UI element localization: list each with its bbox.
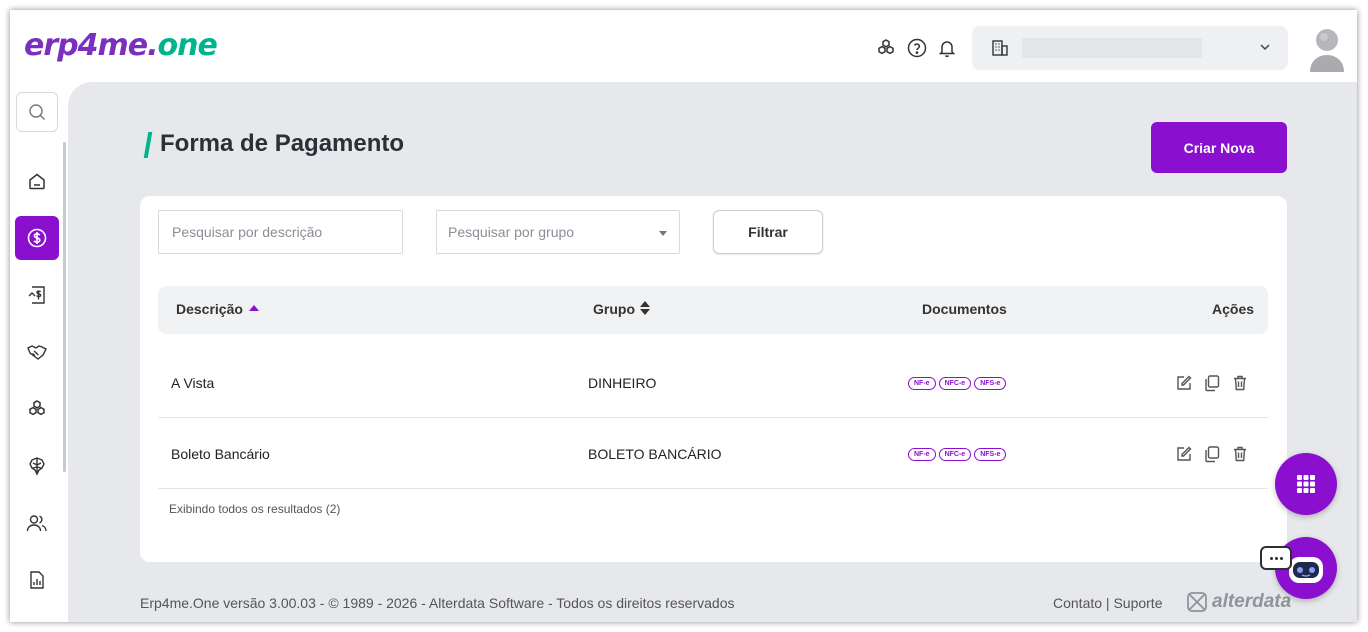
sort-icon	[640, 301, 650, 315]
apps-grid-button[interactable]	[1275, 453, 1337, 515]
results-count: Exibindo todos os resultados (2)	[169, 502, 341, 516]
chat-bubble-icon	[1260, 546, 1292, 570]
copy-icon[interactable]	[1202, 373, 1221, 392]
table-header: Descrição Grupo Documentos Ações	[158, 286, 1268, 334]
footer-links[interactable]: Contato | Suporte	[1053, 595, 1162, 611]
sidebar-item-products[interactable]	[15, 387, 59, 431]
nfe-badge: NF-e	[908, 448, 936, 461]
sidebar-item-home[interactable]	[15, 159, 59, 203]
title-accent-bar	[143, 132, 153, 158]
table-row: A Vista DINHEIRO NF-e NFC-e NFS-e	[158, 348, 1268, 418]
sidebar-item-integrations[interactable]	[15, 444, 59, 488]
sidebar-item-invoices[interactable]	[15, 273, 59, 317]
cell-descricao: A Vista	[171, 375, 215, 391]
description-search-input[interactable]	[158, 210, 403, 254]
app-window: erp4me.one Forma de Pagamento Criar Nova…	[10, 10, 1357, 622]
column-label: Grupo	[593, 301, 635, 317]
brain-icon	[29, 457, 45, 476]
row-actions	[1174, 444, 1249, 463]
invoice-icon	[28, 286, 45, 304]
boxes-icon	[29, 400, 45, 416]
row-actions	[1174, 373, 1249, 392]
main-content: Forma de Pagamento Criar Nova Pesquisar …	[68, 82, 1357, 622]
copy-icon[interactable]	[1202, 444, 1221, 463]
column-header-grupo[interactable]: Grupo	[593, 301, 650, 317]
column-label: Descrição	[176, 301, 243, 317]
nfse-badge: NFS-e	[974, 448, 1007, 461]
trash-icon[interactable]	[1230, 373, 1249, 392]
column-header-descricao[interactable]: Descrição	[176, 301, 259, 317]
nfce-badge: NFC-e	[938, 448, 972, 461]
document-badges: NF-e NFC-e NFS-e	[908, 377, 1007, 390]
footer-copyright: Erp4me.One versão 3.00.03 - © 1989 - 202…	[140, 595, 735, 611]
document-badges: NF-e NFC-e NFS-e	[908, 448, 1007, 461]
home-icon	[29, 173, 45, 190]
group-select-placeholder: Pesquisar por grupo	[448, 224, 575, 240]
users-icon	[26, 515, 47, 532]
dollar-circle-icon	[27, 228, 47, 248]
sort-asc-icon	[248, 305, 259, 311]
nfse-badge: NFS-e	[974, 377, 1007, 390]
nfe-badge: NF-e	[908, 377, 936, 390]
app-logo[interactable]: erp4me.one	[24, 28, 218, 63]
handshake-icon	[27, 345, 47, 360]
sidebar-scrollbar[interactable]	[63, 142, 66, 472]
building-icon	[990, 38, 1010, 63]
company-name-redacted	[1022, 38, 1202, 58]
column-header-acoes: Ações	[1212, 301, 1255, 317]
create-new-button[interactable]: Criar Nova	[1151, 122, 1287, 173]
logo-accent-text: one	[157, 28, 218, 63]
search-icon	[29, 104, 45, 120]
sidebar	[10, 82, 68, 622]
avatar[interactable]	[1308, 24, 1346, 72]
trash-icon[interactable]	[1230, 444, 1249, 463]
grid-icon	[1297, 475, 1315, 493]
cell-grupo: BOLETO BANCÁRIO	[588, 446, 722, 462]
caret-down-icon	[659, 231, 667, 236]
modules-icon[interactable]	[874, 36, 898, 60]
edit-icon[interactable]	[1174, 444, 1193, 463]
help-icon[interactable]	[905, 36, 929, 60]
sidebar-search-button[interactable]	[16, 92, 58, 132]
filter-button[interactable]: Filtrar	[713, 210, 823, 254]
alterdata-mark-icon	[1187, 592, 1207, 612]
logo-main-text: erp4me.	[24, 28, 158, 63]
page-title: Forma de Pagamento	[160, 130, 405, 157]
cell-grupo: DINHEIRO	[588, 375, 657, 391]
chevron-down-icon	[1258, 40, 1272, 59]
sidebar-item-people[interactable]	[15, 501, 59, 545]
column-header-documentos: Documentos	[922, 301, 1007, 317]
table-row: Boleto Bancário BOLETO BANCÁRIO NF-e NFC…	[158, 419, 1268, 489]
bell-icon[interactable]	[935, 36, 959, 60]
sidebar-item-reports[interactable]	[15, 558, 59, 602]
nfce-badge: NFC-e	[938, 377, 972, 390]
payment-methods-card: Pesquisar por grupo Filtrar Descrição Gr…	[140, 196, 1287, 562]
edit-icon[interactable]	[1174, 373, 1193, 392]
cell-descricao: Boleto Bancário	[171, 446, 270, 462]
report-icon	[30, 571, 44, 589]
top-header: erp4me.one	[10, 10, 1357, 82]
sidebar-item-partners[interactable]	[15, 330, 59, 374]
group-search-select[interactable]: Pesquisar por grupo	[436, 210, 680, 254]
sidebar-item-finance[interactable]	[15, 216, 59, 260]
company-selector[interactable]	[972, 26, 1288, 70]
